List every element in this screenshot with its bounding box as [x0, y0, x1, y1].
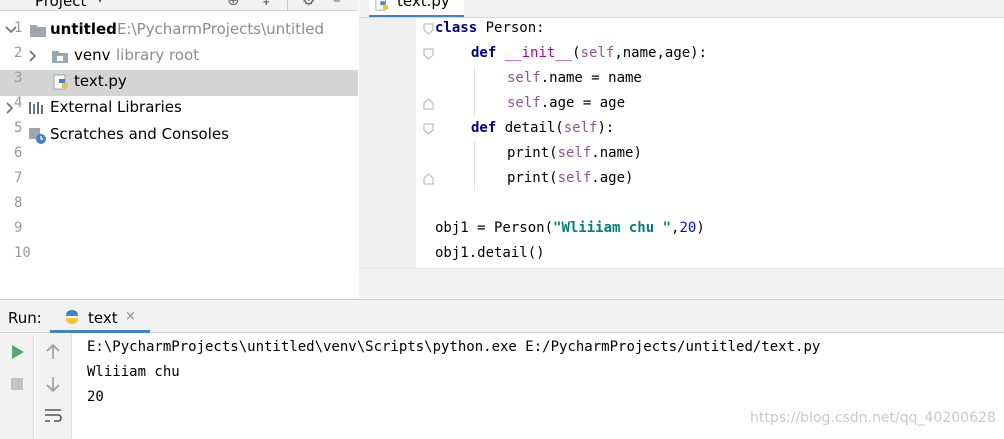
line-number: 7	[14, 170, 23, 186]
indent-guide	[474, 66, 475, 116]
code-token: print(	[507, 145, 558, 161]
line-number: 10	[14, 245, 31, 261]
python-file-icon	[375, 0, 389, 11]
tree-item-label: untitled	[50, 20, 117, 38]
code-token: __init__	[504, 45, 573, 61]
line-number: 4	[14, 95, 23, 111]
locate-icon[interactable]: ⊕	[227, 0, 240, 9]
code-token: 20	[679, 220, 697, 236]
code-token: self	[507, 95, 541, 111]
editor-bottom-area	[359, 268, 1004, 298]
line-number: 5	[14, 120, 23, 136]
arrow-down-icon[interactable]	[42, 373, 64, 395]
console-line: E:\PycharmProjects\untitled\venv\Scripts…	[87, 339, 821, 355]
tree-item-text-py[interactable]: text.py	[0, 70, 358, 96]
watermark: https://blog.csdn.net/qq_40200628	[750, 410, 996, 426]
run-toolbar-secondary	[35, 334, 72, 439]
chevron-down-icon[interactable]: ▾	[97, 0, 103, 6]
tree-item-label: venv	[74, 46, 111, 64]
code-token: self	[563, 120, 598, 136]
code-token: obj1 = Person(	[435, 220, 554, 236]
arrow-up-icon[interactable]	[42, 341, 64, 363]
stop-icon[interactable]	[6, 373, 28, 395]
gear-icon[interactable]: ⚙	[302, 0, 315, 9]
run-tab-label: text	[88, 309, 118, 327]
minimize-icon[interactable]: –	[333, 0, 341, 9]
collapse-all-icon[interactable]: ⇞	[260, 0, 273, 9]
code-token: .age)	[591, 170, 634, 186]
code-token: obj1.detail()	[435, 245, 545, 261]
code-line-1: class Person:	[435, 20, 545, 36]
console-line: 20	[87, 389, 104, 405]
code-token: self	[557, 170, 592, 186]
fold-marker-icon[interactable]	[423, 48, 434, 60]
code-token: .age = age	[540, 95, 626, 111]
library-folder-icon	[52, 51, 68, 63]
tree-item-untitled[interactable]: untitled E:\PycharmProjects\untitled	[0, 18, 358, 44]
code-token: class	[435, 20, 478, 36]
fold-end-icon[interactable]	[423, 98, 434, 110]
tree-item-label: External Libraries	[50, 98, 182, 116]
tab-run-text[interactable]: text ×	[50, 300, 150, 333]
line-number: 9	[14, 220, 23, 236]
indent-guide	[474, 141, 475, 191]
code-token: self	[507, 70, 541, 86]
code-token: self	[580, 45, 615, 61]
code-line-7: print(self.age)	[507, 170, 633, 186]
line-number: 2	[14, 45, 23, 61]
tab-text-py[interactable]: text.py	[369, 0, 464, 17]
code-token: ,name,age):	[614, 45, 708, 61]
code-token: .name = name	[540, 70, 642, 86]
project-tool-window: Project ▾ ⊕ ⇞ ⚙ – untitled E:\PycharmPro…	[0, 0, 358, 298]
project-header: Project ▾ ⊕ ⇞ ⚙ –	[0, 0, 358, 11]
close-icon[interactable]: ×	[125, 309, 136, 324]
line-number: 6	[14, 145, 23, 161]
editor-tab-bar: text.py	[359, 0, 1004, 18]
code-line-10: obj1.detail()	[435, 245, 545, 261]
code-line-4: self.age = age	[507, 95, 625, 111]
code-token: )	[696, 220, 705, 236]
code-line-9: obj1 = Person("Wliiiam chu ",20)	[435, 220, 705, 236]
tree-item-path: E:\PycharmProjects\untitled	[117, 20, 325, 38]
code-line-6: print(self.name)	[507, 145, 642, 161]
tree-item-scratches[interactable]: Scratches and Consoles	[0, 123, 358, 149]
python-file-icon	[53, 74, 68, 90]
run-toolbar-primary	[0, 334, 34, 439]
run-label: Run:	[8, 309, 42, 327]
rerun-icon[interactable]	[6, 341, 28, 363]
tree-item-label: text.py	[74, 72, 127, 90]
code-token: Person:	[477, 20, 545, 36]
code-line-5: def detail(self):	[471, 120, 614, 136]
code-line-2: def __init__(self,name,age):	[471, 45, 707, 61]
fold-end-icon[interactable]	[423, 173, 434, 185]
python-icon	[66, 310, 78, 324]
code-token: self	[557, 145, 592, 161]
line-number: 8	[14, 195, 23, 211]
code-token: def	[471, 120, 497, 136]
tree-item-venv[interactable]: venv library root	[0, 44, 358, 70]
run-header: Run: text ×	[0, 299, 1004, 333]
tree-item-external-libraries[interactable]: External Libraries	[0, 96, 358, 122]
tab-label: text.py	[397, 0, 450, 10]
fold-marker-icon[interactable]	[423, 123, 434, 135]
fold-marker-icon[interactable]	[423, 23, 434, 35]
code-token: "Wliiiam chu "	[553, 220, 672, 236]
project-title[interactable]: Project	[35, 0, 86, 10]
code-token: (	[572, 45, 581, 61]
tree-item-note: library root	[116, 46, 200, 64]
tree-item-label: Scratches and Consoles	[50, 125, 229, 143]
code-token: detail(	[496, 120, 564, 136]
header-divider	[287, 0, 288, 10]
line-number-gutter	[359, 18, 416, 268]
line-number: 3	[14, 70, 23, 86]
code-token: print(	[507, 170, 558, 186]
line-number: 1	[14, 20, 23, 36]
soft-wrap-icon[interactable]	[42, 405, 64, 427]
code-token: .name)	[591, 145, 642, 161]
code-line-3: self.name = name	[507, 70, 642, 86]
console-line: Wliiiam chu	[87, 364, 180, 380]
code-token: def	[471, 45, 497, 61]
code-token: ):	[597, 120, 615, 136]
